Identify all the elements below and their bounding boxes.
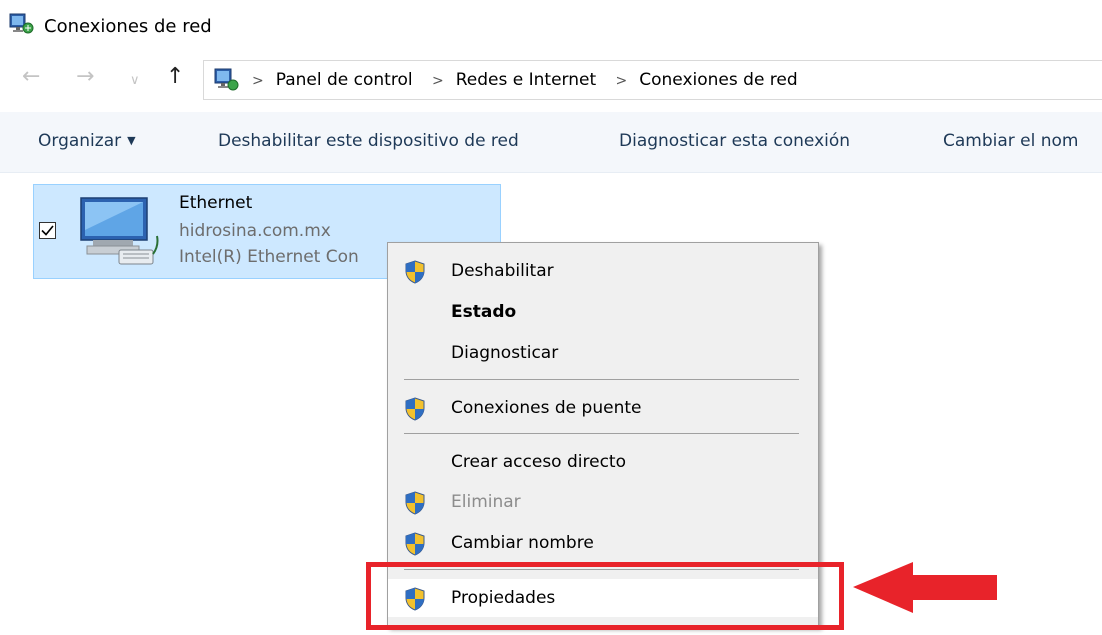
address-bar[interactable]: > Panel de control > Redes e Internet > Con… — [203, 60, 1102, 100]
forward-arrow-icon[interactable]: → — [76, 62, 94, 92]
connection-domain: hidrosina.com.mx — [179, 221, 331, 241]
connection-name: Ethernet — [179, 193, 253, 213]
window-title: Conexiones de red — [44, 16, 212, 37]
checkmark-icon — [41, 225, 54, 236]
breadcrumb-separator-icon: > — [432, 73, 444, 89]
menu-item-label: Diagnosticar — [451, 343, 559, 363]
disable-device-button[interactable]: Deshabilitar este dispositivo de red — [218, 131, 519, 151]
uac-shield-icon — [404, 397, 426, 426]
uac-shield-icon — [404, 260, 426, 289]
menu-item-delete[interactable]: Eliminar — [388, 483, 818, 521]
menu-item-label: Deshabilitar — [451, 261, 554, 281]
title-bar: Conexiones de red — [0, 0, 1102, 48]
menu-item-bridge-connections[interactable]: Conexiones de puente — [388, 389, 818, 427]
command-bar: Organizar ▼ Deshabilitar este dispositivo… — [0, 112, 1102, 173]
breadcrumb: > Panel de control > Redes e Internet > Con… — [252, 70, 812, 90]
item-checkbox[interactable] — [39, 222, 56, 239]
navigation-bar: ← → ∨ ↑ > Panel de control > Redes e Inter… — [0, 52, 1102, 104]
up-arrow-icon[interactable]: ↑ — [166, 62, 184, 92]
menu-item-label: Cambiar nombre — [451, 533, 594, 553]
breadcrumb-item-control-panel[interactable]: Panel de control — [276, 70, 413, 90]
menu-item-create-shortcut[interactable]: Crear acceso directo — [388, 443, 818, 481]
menu-item-label: Eliminar — [451, 492, 521, 512]
network-connections-icon — [8, 12, 34, 40]
menu-separator — [404, 433, 799, 434]
breadcrumb-item-network-internet[interactable]: Redes e Internet — [456, 70, 596, 90]
menu-item-label: Crear acceso directo — [451, 452, 626, 472]
breadcrumb-separator-icon: > — [252, 73, 264, 89]
organize-button[interactable]: Organizar ▼ — [38, 131, 136, 151]
rename-connection-button[interactable]: Cambiar el nom — [943, 131, 1079, 151]
menu-item-rename[interactable]: Cambiar nombre — [388, 524, 818, 562]
breadcrumb-item-network-connections[interactable]: Conexiones de red — [639, 70, 797, 90]
organize-label: Organizar — [38, 131, 122, 151]
recent-locations-chevron-icon[interactable]: ∨ — [130, 66, 140, 96]
control-panel-icon — [212, 66, 240, 98]
diagnose-connection-button[interactable]: Diagnosticar esta conexión — [619, 131, 850, 151]
chevron-down-icon: ▼ — [127, 134, 136, 147]
connection-adapter: Intel(R) Ethernet Con — [179, 247, 359, 267]
uac-shield-icon — [404, 491, 426, 520]
uac-shield-icon — [404, 532, 426, 561]
breadcrumb-separator-icon: > — [615, 73, 628, 89]
menu-item-diagnose[interactable]: Diagnosticar — [388, 334, 818, 372]
menu-item-status[interactable]: Estado — [388, 293, 818, 331]
annotation-highlight-box — [366, 562, 844, 630]
menu-item-disable[interactable]: Deshabilitar — [388, 252, 818, 290]
menu-item-label: Estado — [451, 302, 517, 322]
menu-item-label: Conexiones de puente — [451, 398, 642, 418]
annotation-arrow-icon — [851, 558, 1001, 622]
back-arrow-icon[interactable]: ← — [22, 62, 40, 92]
ethernet-adapter-icon — [79, 192, 159, 276]
menu-separator — [404, 379, 799, 380]
